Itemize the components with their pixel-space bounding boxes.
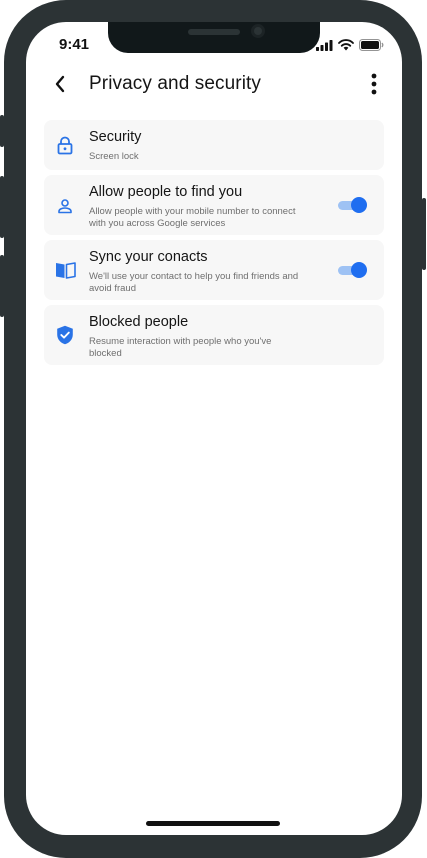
status-time: 9:41 [59, 36, 90, 53]
row-description: Allow people with your mobile number to … [89, 206, 296, 229]
row-description: Resume interaction with people who you'v… [89, 336, 272, 359]
notch [108, 22, 320, 53]
chevron-left-icon [55, 75, 65, 93]
row-title: Blocked people [89, 314, 189, 330]
row-icon [54, 195, 76, 217]
security-row[interactable]: Security Screen lock [44, 120, 384, 170]
page-title: Privacy and security [89, 73, 262, 94]
row-title: Sync your conacts [89, 249, 208, 265]
header-bar: Privacy and security [26, 66, 402, 102]
power-button [422, 198, 426, 270]
settings-list: Security Screen lock Allow people to fin… [44, 120, 384, 370]
camera [251, 24, 265, 38]
row-title: Security [89, 129, 142, 145]
sync-contacts-row[interactable]: Sync your conacts We'll use your contact… [44, 240, 384, 300]
volume-up-button [0, 176, 4, 238]
lock-icon [57, 136, 73, 154]
row-icon [54, 134, 76, 156]
toggle-thumb [351, 197, 367, 213]
row-icon [54, 324, 76, 346]
book-icon [55, 262, 76, 279]
sync-contacts-toggle[interactable] [338, 262, 367, 278]
row-description: Screen lock [89, 151, 139, 162]
toggle-thumb [351, 262, 367, 278]
more-options-button[interactable] [366, 72, 382, 96]
back-button[interactable] [50, 72, 70, 96]
more-vertical-icon [371, 73, 377, 95]
wifi-icon [338, 39, 354, 51]
home-indicator[interactable] [146, 821, 280, 826]
row-description: We'll use your contact to help you find … [89, 271, 299, 294]
row-title: Allow people to find you [89, 184, 243, 200]
status-icons [316, 39, 384, 51]
cellular-signal-icon [316, 40, 333, 51]
blocked-people-row[interactable]: Blocked people Resume interaction with p… [44, 305, 384, 365]
battery-icon [359, 39, 384, 51]
shield-check-icon [57, 325, 73, 345]
find-me-row[interactable]: Allow people to find you Allow people wi… [44, 175, 384, 235]
volume-down-button [0, 255, 4, 317]
find-me-toggle[interactable] [338, 197, 367, 213]
silent-switch [0, 115, 4, 147]
person-icon [58, 199, 72, 214]
phone-screen: 9:41 Privacy and security Security Scree… [26, 22, 402, 835]
row-icon [54, 259, 76, 281]
speaker [188, 29, 240, 35]
